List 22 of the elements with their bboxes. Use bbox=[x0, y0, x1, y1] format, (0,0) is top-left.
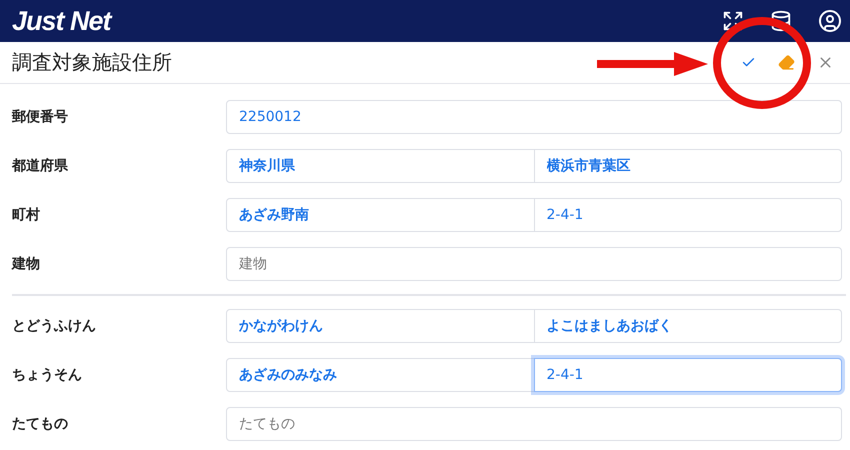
input-field[interactable]: たてもの bbox=[226, 406, 842, 440]
logo: Just Net bbox=[12, 6, 111, 36]
input-field[interactable]: 2-4-1 bbox=[534, 358, 842, 392]
input-field[interactable]: よこはましあおばく bbox=[534, 308, 842, 342]
input-field[interactable]: あざみのみなみ bbox=[226, 358, 534, 392]
input-field[interactable]: 横浜市青葉区 bbox=[534, 148, 842, 182]
input-field[interactable]: 2250012 bbox=[226, 100, 842, 134]
field-label: 町村 bbox=[12, 206, 41, 224]
user-icon[interactable] bbox=[818, 9, 842, 33]
database-icon[interactable] bbox=[770, 10, 792, 32]
field-label: 都道府県 bbox=[12, 156, 69, 174]
field-label: たてもの bbox=[12, 414, 69, 432]
field-label: 郵便番号 bbox=[12, 108, 69, 126]
panel-title: 調査対象施設住所 bbox=[12, 49, 172, 76]
input-field[interactable]: あざみ野南 bbox=[226, 198, 534, 232]
input-field[interactable]: 2-4-1 bbox=[534, 198, 842, 232]
input-field[interactable]: 建物 bbox=[226, 246, 842, 280]
fullscreen-icon[interactable] bbox=[722, 10, 744, 32]
field-label: ちょうそん bbox=[12, 366, 83, 384]
field-label: とどうふけん bbox=[12, 316, 97, 334]
input-field[interactable]: かながわけん bbox=[226, 308, 534, 342]
field-label: 建物 bbox=[12, 254, 41, 272]
